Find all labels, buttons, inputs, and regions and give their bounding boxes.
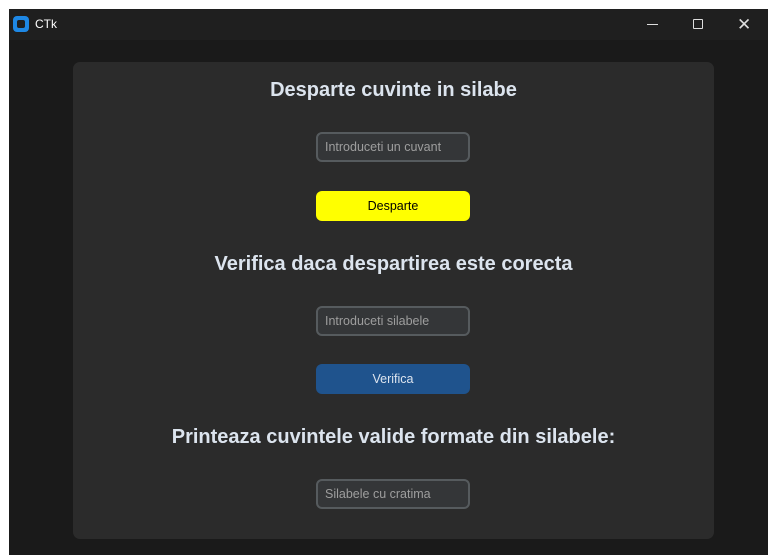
verify-button[interactable]: Verifica [316, 364, 470, 394]
window-title: CTk [35, 17, 57, 31]
close-icon: ✕ [737, 15, 752, 34]
maximize-icon [693, 19, 703, 29]
hyphenated-syllables-input[interactable]: Silabele cu cratima [316, 479, 470, 509]
app-icon [13, 16, 29, 32]
maximize-button[interactable] [675, 9, 721, 40]
split-button[interactable]: Desparte [316, 191, 470, 221]
app-window: CTk ✕ Desparte cuvinte in silabe Introdu… [9, 9, 768, 555]
main-frame: Desparte cuvinte in silabe Introduceti u… [73, 62, 714, 539]
verify-split-heading: Verifica daca despartirea este corecta [214, 253, 573, 275]
syllables-input[interactable]: Introduceti silabele [316, 306, 470, 336]
close-button[interactable]: ✕ [722, 9, 768, 40]
title-bar[interactable]: CTk ✕ [9, 9, 768, 40]
word-input[interactable]: Introduceti un cuvant [316, 132, 470, 162]
minimize-button[interactable] [629, 9, 675, 40]
minimize-icon [647, 24, 658, 25]
split-words-heading: Desparte cuvinte in silabe [270, 79, 517, 101]
print-valid-words-heading: Printeaza cuvintele valide formate din s… [171, 426, 616, 448]
